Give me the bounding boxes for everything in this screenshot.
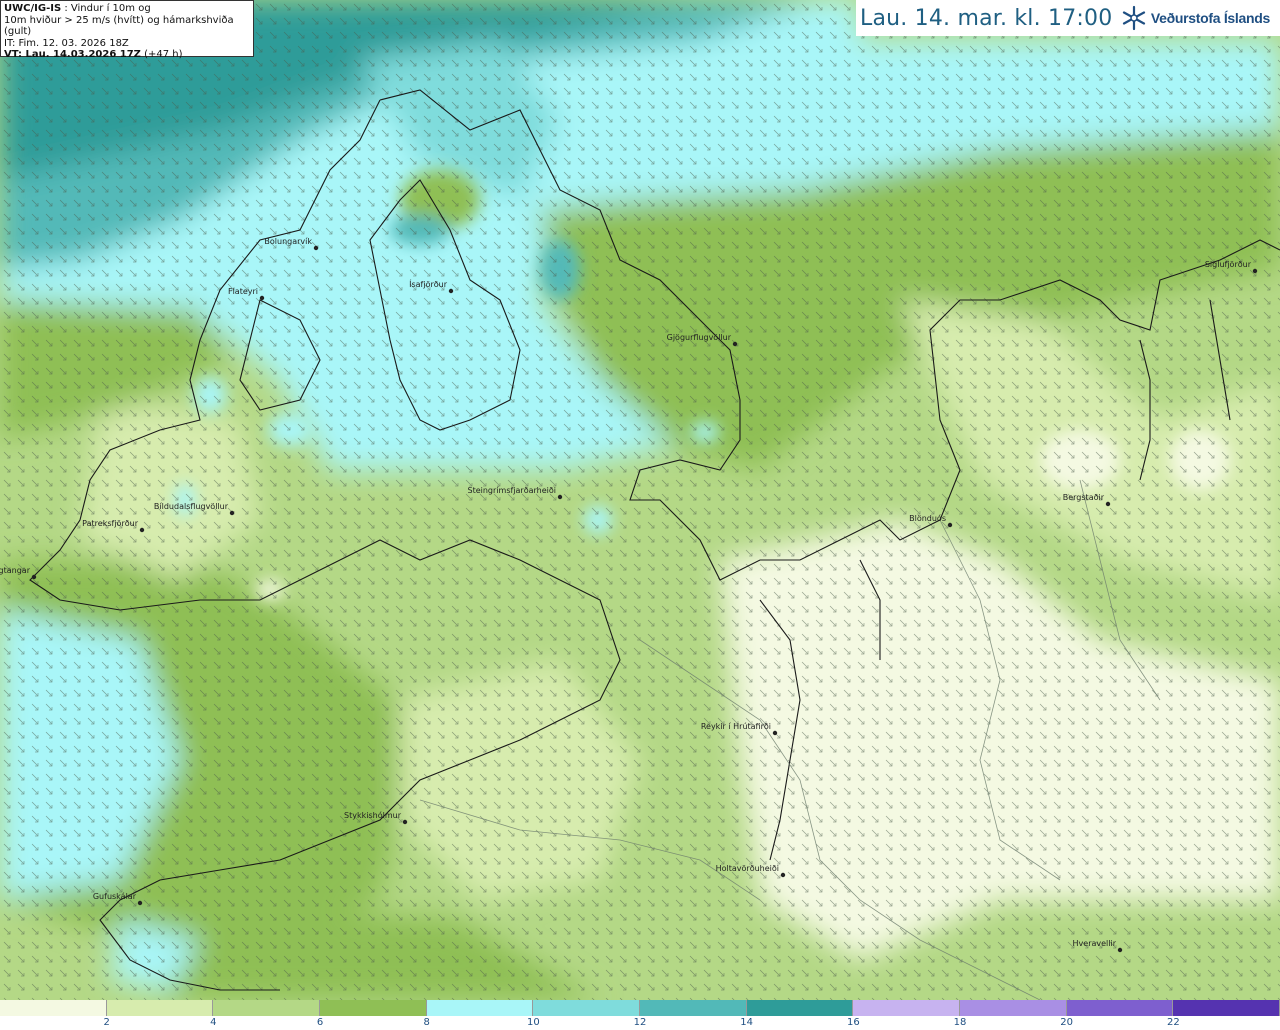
place-label: Reykir í Hrútafirði	[701, 722, 771, 731]
place-label: Steingrímsfjarðarheiði	[468, 486, 557, 495]
place-dot	[448, 288, 454, 294]
legend-swatch	[106, 1000, 214, 1016]
place-label: Bergstaðir	[1063, 493, 1105, 502]
legend-tick-label: 14	[740, 1017, 754, 1028]
legend-tick-label: 4	[210, 1017, 217, 1028]
place-dot	[732, 341, 738, 347]
place-label: Patreksfjörður	[82, 519, 139, 528]
init-time-line: IT: Fim. 12. 03. 2026 18Z	[4, 37, 129, 49]
legend-tick-label: 6	[316, 1017, 324, 1028]
legend-tick-label: 20	[1060, 1017, 1074, 1028]
legend-tick-label: 12	[633, 1017, 647, 1028]
legend-swatch	[960, 1000, 1067, 1016]
place-label: Bjargtangar	[0, 566, 31, 575]
legend-swatch	[320, 1000, 427, 1016]
place-label: Bolungarvík	[264, 237, 312, 246]
snowflake-logo-icon	[1122, 5, 1146, 31]
place-dot	[313, 245, 319, 251]
place-label: Bíldudalsflugvöllur	[154, 502, 229, 511]
place-dot	[139, 527, 145, 533]
place-dot	[31, 574, 37, 580]
place-label: Siglufjörður	[1205, 260, 1252, 269]
legend-swatch	[640, 1000, 747, 1016]
place-dot	[780, 872, 786, 878]
valid-time-title: Lau. 14. mar. kl. 17:00	[860, 5, 1113, 31]
legend-tick-label: 18	[953, 1017, 967, 1028]
legend-swatch	[746, 1000, 854, 1016]
place-label: Gufuskálar	[93, 892, 137, 901]
legend-swatch	[426, 1000, 534, 1016]
legend-tick-label: 22	[1166, 1017, 1180, 1028]
legend-tick-label: 8	[423, 1017, 430, 1028]
wind-map: Bolungarvík Flateyri Ísafjörður Gjögurflugv…	[0, 0, 1280, 1000]
place-label: Flateyri	[228, 287, 258, 296]
place-dot	[402, 819, 408, 825]
legend-swatch	[1173, 1000, 1280, 1016]
place-dot	[557, 494, 563, 500]
legend-tick-label: 2	[103, 1017, 110, 1028]
legend-swatch	[853, 1000, 961, 1016]
place-label: Stykkishólmur	[344, 810, 402, 820]
legend-color-bar	[0, 1000, 1280, 1016]
legend-tick-label: 16	[846, 1017, 860, 1028]
color-legend: 2 4 6 8 10 12 14 16 18 20 22	[0, 1000, 1280, 1030]
place-label: Hveravellir	[1073, 939, 1117, 948]
vedurstofa-logo[interactable]: Veðurstofa Íslands	[1121, 5, 1270, 31]
logo-text: Veðurstofa Íslands	[1150, 10, 1270, 26]
place-label: Blönduós	[909, 513, 946, 523]
place-dot	[259, 295, 265, 301]
place-dot	[1252, 268, 1258, 274]
title-box: Lau. 14. mar. kl. 17:00 Veðurstofa Íslan…	[856, 0, 1280, 36]
place-dot	[772, 730, 778, 736]
legend-swatch	[533, 1000, 641, 1016]
place-dot	[137, 900, 143, 906]
variable-line: 10m hviður > 25 m/s (hvítt) og hámarkshv…	[4, 14, 234, 38]
legend-tick-label: 10	[526, 1017, 540, 1028]
place-dot	[1105, 501, 1111, 507]
valid-time-line: VT: Lau. 14.03.2026 17Z (+47 h)	[4, 49, 183, 60]
place-label: Holtavörðuheiði	[716, 864, 779, 873]
legend-swatch	[213, 1000, 321, 1016]
place-dot	[947, 522, 953, 528]
legend-swatch	[0, 1000, 107, 1016]
place-label: Ísafjörður	[409, 278, 448, 289]
place-dot	[229, 510, 235, 516]
forecast-info-box: UWC/IG-IS : Vindur í 10m og 10m hviður >…	[0, 0, 254, 60]
place-label: Gjögurflugvöllur	[667, 333, 732, 342]
model-line: UWC/IG-IS : Vindur í 10m og	[4, 3, 151, 14]
place-dot	[1117, 947, 1123, 953]
legend-swatch	[1066, 1000, 1174, 1016]
